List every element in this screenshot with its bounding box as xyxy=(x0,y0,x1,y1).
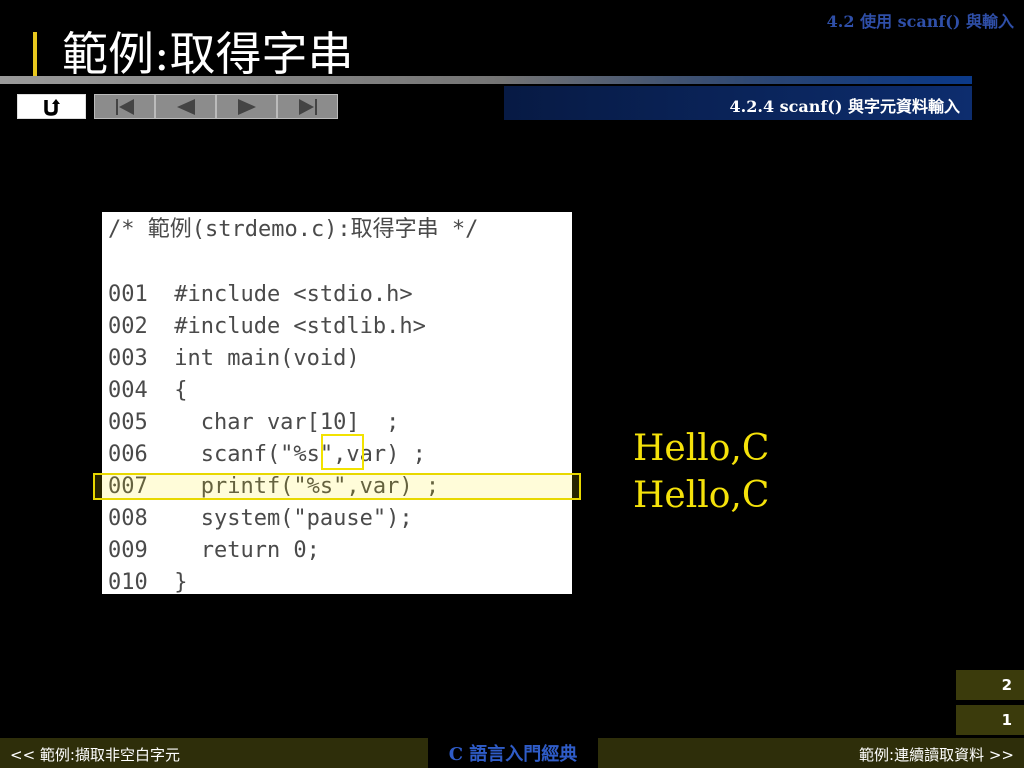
code-line: 004 { xyxy=(108,378,188,403)
last-slide-button[interactable] xyxy=(277,94,338,119)
code-line: 001 #include <stdio.h> xyxy=(108,282,413,307)
subsection-title: 4.2.4 scanf() 與字元資料輸入 xyxy=(729,97,960,116)
book-title: C 語言入門經典 xyxy=(428,738,598,768)
last-slide-icon xyxy=(298,98,317,115)
title-rule-accent xyxy=(500,76,972,84)
code-panel: /* 範例(strdemo.c):取得字串 */ 001 #include <s… xyxy=(102,212,572,595)
printf-line-highlight xyxy=(93,473,581,500)
code-line: 008 system("pause"); xyxy=(108,506,413,531)
format-specifier-highlight xyxy=(321,434,364,470)
first-slide-button[interactable] xyxy=(94,94,155,119)
code-line: 002 #include <stdlib.h> xyxy=(108,314,426,339)
return-icon xyxy=(43,98,60,116)
previous-slide-button[interactable] xyxy=(155,94,216,119)
page-title: 範例:取得字串 xyxy=(62,27,354,81)
previous-slide-icon xyxy=(176,98,195,115)
subsection-banner: 4.2.4 scanf() 與字元資料輸入 xyxy=(504,86,972,120)
section-label: 4.2 使用 scanf() 與輸入 xyxy=(826,12,1014,31)
first-slide-icon xyxy=(115,98,134,115)
next-slide-button[interactable] xyxy=(216,94,277,119)
return-button[interactable] xyxy=(17,94,86,119)
previous-example-link[interactable]: << 範例:擷取非空白字元 xyxy=(10,744,180,765)
code-line: 010 } xyxy=(108,570,188,595)
title-accent-bar xyxy=(33,32,37,78)
code-line: 006 scanf("%s",var) ; xyxy=(108,442,426,467)
output-line-input: Hello,C xyxy=(633,428,770,469)
code-line: 003 int main(void) xyxy=(108,346,360,371)
code-comment: /* 範例(strdemo.c):取得字串 */ xyxy=(108,217,479,242)
next-slide-icon xyxy=(237,98,256,115)
page-number-upper: 2 xyxy=(956,670,1024,700)
output-line-echo: Hello,C xyxy=(633,475,770,516)
code-line: 009 return 0; xyxy=(108,538,320,563)
page-number-lower: 1 xyxy=(956,705,1024,735)
next-example-link[interactable]: 範例:連續讀取資料 >> xyxy=(859,744,1014,765)
